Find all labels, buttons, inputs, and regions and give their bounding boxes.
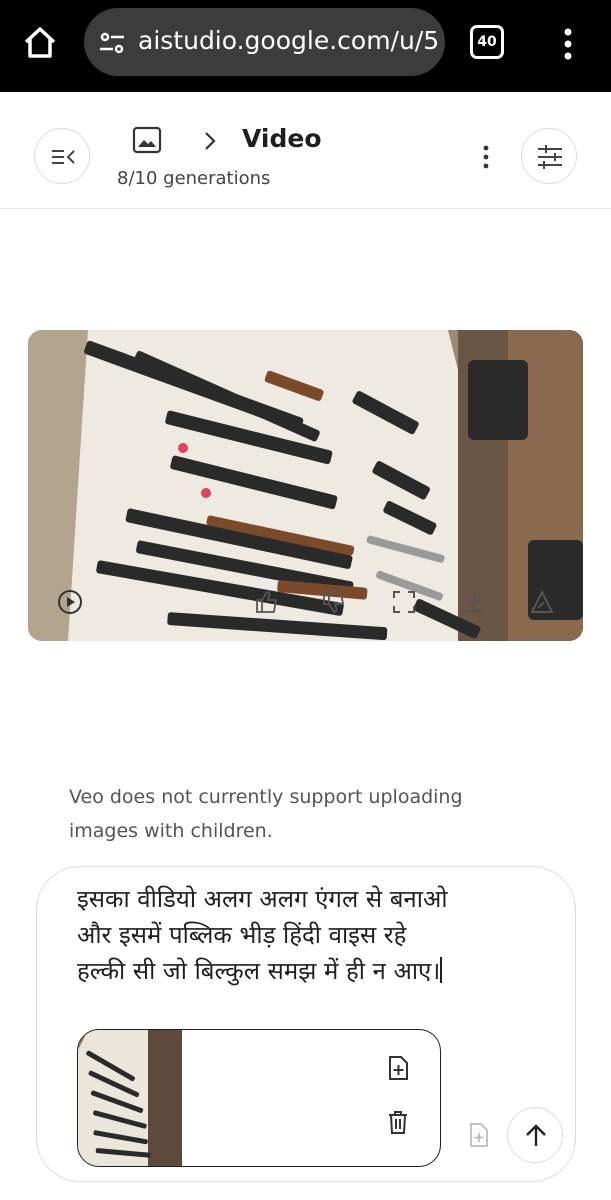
browser-toolbar: aistudio.google.com/u/5 40 <box>0 0 611 92</box>
run-settings-button[interactable] <box>521 128 577 184</box>
attachment-thumbnail <box>78 1030 182 1166</box>
generations-counter: 8/10 generations <box>117 168 270 189</box>
text-caret <box>440 957 443 983</box>
thumb-up-icon[interactable] <box>253 588 281 616</box>
tab-switcher-button[interactable]: 40 <box>470 25 504 59</box>
arrow-up-icon <box>526 1124 546 1146</box>
generations-used: 8 <box>117 168 129 189</box>
tune-icon <box>538 145 562 169</box>
more-vert-icon[interactable] <box>558 24 578 64</box>
url-text[interactable]: aistudio.google.com/u/5 <box>138 26 439 55</box>
image-icon[interactable] <box>132 126 162 154</box>
play-icon[interactable] <box>56 588 84 616</box>
delete-icon[interactable] <box>384 1108 412 1136</box>
attach-doc-icon[interactable] <box>467 1121 491 1149</box>
sidebar-toggle-icon <box>52 150 75 164</box>
thumb-down-icon[interactable] <box>320 588 348 616</box>
generated-media-card[interactable] <box>28 330 583 641</box>
unsupported-notice: Veo does not currently support uploading… <box>69 786 463 842</box>
address-bar[interactable]: aistudio.google.com/u/5 <box>84 8 445 76</box>
image-attachment[interactable] <box>77 1029 441 1167</box>
prompt-text[interactable]: इसका वीडियो अलग अलग एंगल से बनाओ और इसमे… <box>77 885 448 985</box>
site-settings-icon[interactable] <box>98 29 126 57</box>
home-icon[interactable] <box>20 22 60 62</box>
app-header: Video 8/10 generations <box>0 92 611 209</box>
edit-icon[interactable] <box>528 588 556 616</box>
download-icon[interactable] <box>460 588 488 616</box>
prompt-input[interactable]: इसका वीडियो अलग अलग एंगल से बनाओ और इसमे… <box>77 881 457 989</box>
prompt-composer[interactable]: इसका वीडियो अलग अलग एंगल से बनाओ और इसमे… <box>36 866 576 1182</box>
media-preview-image <box>28 330 583 641</box>
sidebar-toggle-button[interactable] <box>34 128 90 184</box>
send-button[interactable] <box>507 1107 563 1163</box>
more-vert-icon[interactable] <box>476 144 496 170</box>
page-title: Video <box>242 124 322 153</box>
generations-total: /10 generations <box>128 168 271 189</box>
fullscreen-icon[interactable] <box>390 588 418 616</box>
chevron-right-icon <box>205 132 216 150</box>
add-doc-icon[interactable] <box>384 1054 412 1082</box>
